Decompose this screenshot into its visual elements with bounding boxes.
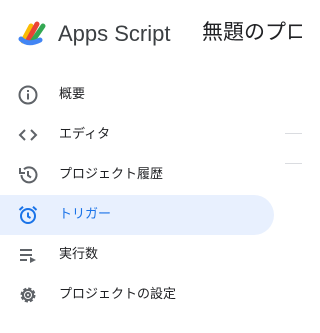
gear-icon	[17, 284, 39, 306]
apps-script-logo[interactable]	[17, 19, 49, 47]
sidebar-item-label: プロジェクトの設定	[59, 287, 177, 302]
divider	[285, 163, 302, 164]
sidebar-item-project-history[interactable]: プロジェクト履歴	[0, 155, 274, 195]
divider	[285, 133, 302, 134]
app-header: Apps Script 無題のプロジェクト	[0, 0, 302, 64]
sidebar-item-overview[interactable]: 概要	[0, 75, 274, 115]
code-icon	[17, 124, 39, 146]
sidebar-item-label: 実行数	[59, 247, 99, 262]
sidebar-item-label: 概要	[59, 87, 86, 102]
sidebar-item-triggers[interactable]: トリガー	[0, 195, 274, 235]
executions-icon	[17, 244, 39, 266]
sidebar-item-editor[interactable]: エディタ	[0, 115, 274, 155]
alarm-icon	[17, 204, 39, 226]
project-title[interactable]: 無題のプロジェクト	[202, 18, 302, 46]
sidebar-nav: 概要 エディタ プロジェクト履歴 トリガー 実行数 プロジェクトの設定	[0, 64, 285, 333]
sidebar-item-executions[interactable]: 実行数	[0, 235, 274, 275]
sidebar-item-label: トリガー	[59, 207, 112, 222]
main-content-edge	[285, 64, 302, 333]
info-icon	[17, 84, 39, 106]
sidebar-item-label: プロジェクト履歴	[59, 167, 164, 182]
sidebar-item-label: エディタ	[59, 127, 111, 142]
app-title[interactable]: Apps Script	[58, 20, 171, 48]
sidebar-item-project-settings[interactable]: プロジェクトの設定	[0, 275, 274, 315]
history-icon	[17, 164, 39, 186]
